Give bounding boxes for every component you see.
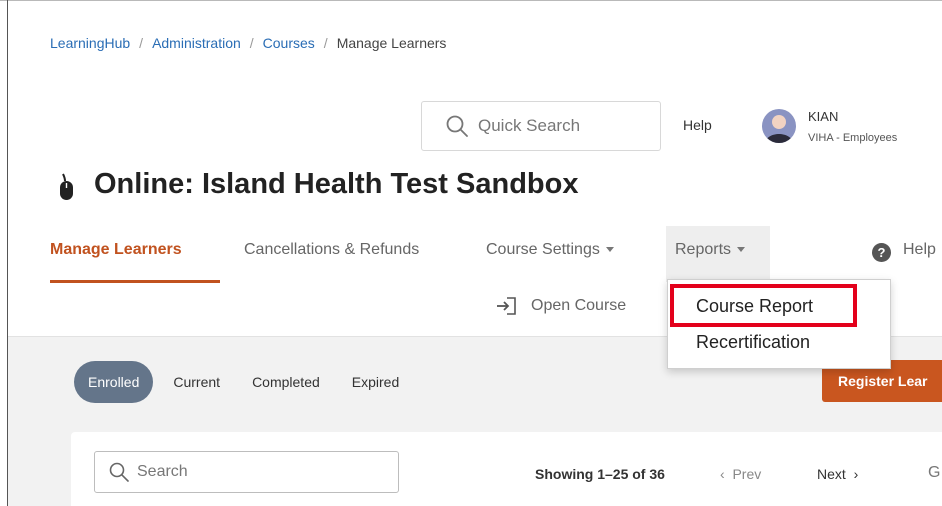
breadcrumb-separator: /: [323, 35, 328, 51]
breadcrumb-separator: /: [249, 35, 254, 51]
tab-help[interactable]: Help: [903, 241, 936, 259]
quick-search-input[interactable]: Quick Search: [421, 101, 661, 151]
filter-expired[interactable]: Expired: [340, 361, 411, 403]
learner-search-placeholder: Search: [137, 463, 188, 480]
refresh-icon[interactable]: G: [928, 464, 940, 482]
help-circle-icon[interactable]: ?: [872, 243, 891, 262]
search-icon: [446, 115, 468, 137]
breadcrumb-separator: /: [139, 35, 144, 51]
highlight-box: [670, 284, 857, 327]
filter-enrolled[interactable]: Enrolled: [74, 361, 154, 403]
tab-reports[interactable]: Reports: [675, 241, 746, 259]
prev-page-button[interactable]: ‹ Prev: [720, 466, 761, 482]
breadcrumb-current: Manage Learners: [336, 35, 447, 51]
top-divider: [0, 0, 942, 1]
chevron-down-icon: [737, 247, 746, 253]
chevron-down-icon: [605, 247, 614, 253]
tab-cancellations-refunds[interactable]: Cancellations & Refunds: [244, 241, 419, 259]
chevron-left-icon: ‹: [720, 466, 725, 482]
tab-reports-label: Reports: [675, 241, 732, 258]
quick-search-placeholder: Quick Search: [478, 116, 581, 135]
tab-manage-learners[interactable]: Manage Learners: [50, 241, 182, 259]
enrollment-filter: Enrolled Current Completed Expired: [74, 361, 419, 403]
active-tab-indicator: [50, 280, 220, 283]
search-icon: [109, 462, 129, 482]
next-label: Next: [817, 466, 846, 482]
breadcrumb-administration[interactable]: Administration: [152, 35, 241, 51]
open-course-label: Open Course: [531, 297, 627, 314]
user-name[interactable]: KIAN: [808, 109, 838, 124]
prev-label: Prev: [732, 466, 762, 482]
user-org: VIHA - Employees: [808, 132, 898, 144]
tab-bar: Manage Learners Cancellations & Refunds …: [50, 226, 942, 283]
menu-item-recertification[interactable]: Recertification: [696, 332, 810, 353]
page-title: Online: Island Health Test Sandbox: [56, 166, 578, 202]
breadcrumb: LearningHub / Administration / Courses /…: [50, 35, 446, 51]
filter-current[interactable]: Current: [161, 361, 232, 403]
header-help-link[interactable]: Help: [683, 117, 712, 133]
open-course-icon: [497, 297, 516, 315]
breadcrumb-courses[interactable]: Courses: [263, 35, 315, 51]
mouse-icon: [60, 173, 73, 200]
learner-search-input[interactable]: Search: [94, 451, 399, 493]
page-title-text: Online: Island Health Test Sandbox: [94, 167, 579, 200]
tab-course-settings-label: Course Settings: [486, 241, 600, 258]
filter-completed[interactable]: Completed: [240, 361, 332, 403]
tab-course-settings[interactable]: Course Settings: [486, 241, 614, 259]
breadcrumb-learninghub[interactable]: LearningHub: [50, 35, 130, 51]
open-course-button[interactable]: Open Course: [495, 297, 626, 315]
pagination-summary: Showing 1–25 of 36: [535, 466, 665, 482]
next-page-button[interactable]: Next ›: [817, 466, 858, 482]
chevron-right-icon: ›: [853, 466, 859, 482]
avatar-icon[interactable]: [762, 109, 796, 143]
